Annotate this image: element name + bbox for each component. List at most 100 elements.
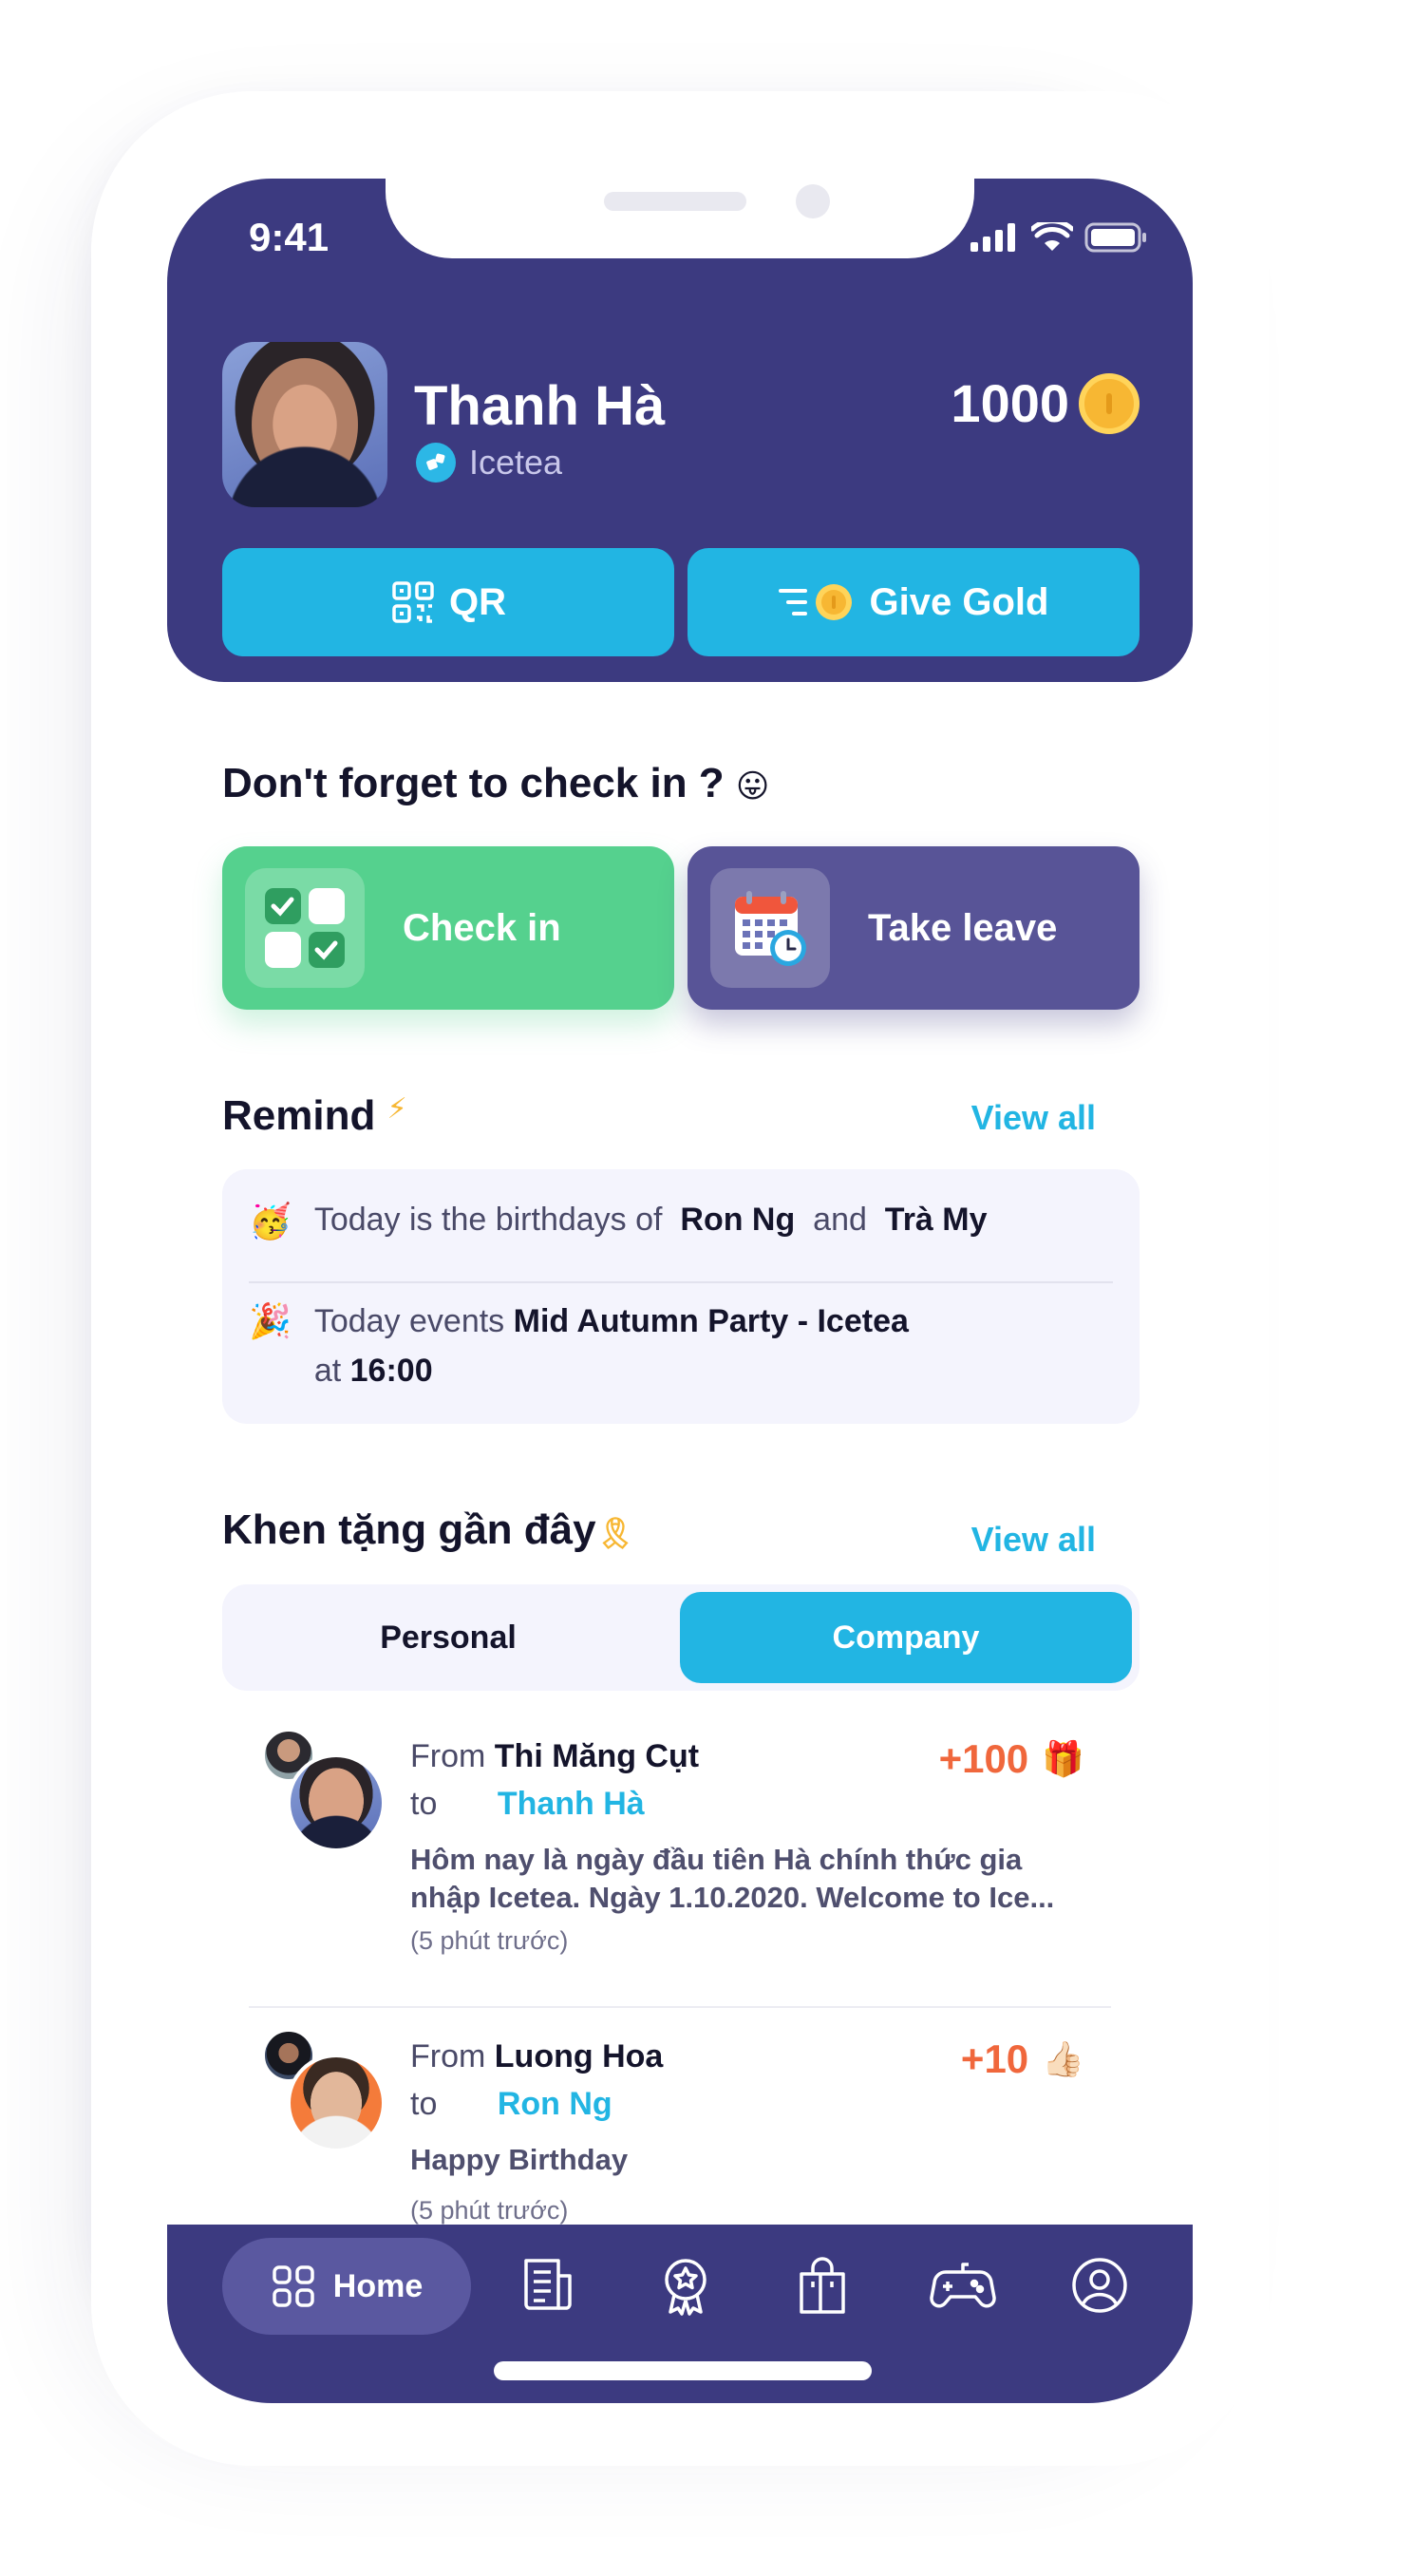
praise-to: to Ron Ng — [410, 2086, 612, 2123]
birthday-reminder[interactable]: 🥳 Today is the birthdays of Ron Ng and T… — [249, 1202, 1113, 1241]
qr-button-label: QR — [449, 580, 506, 623]
coin-balance: 1000 — [951, 372, 1140, 434]
birthday-name-2: Trà My — [884, 1202, 988, 1238]
check-in-card[interactable]: Check in — [222, 846, 674, 1010]
points-value: +100 — [938, 1736, 1029, 1781]
phone-shadow: 9:41 Thanh Hà Icetea 1000 QR Give Gold D… — [91, 91, 1269, 2466]
tab-home-label: Home — [332, 2267, 424, 2304]
praise-points: +100 🎁 — [939, 1736, 1084, 1782]
praise-to: to Thanh Hà — [410, 1786, 645, 1823]
checkin-section-title: Don't forget to check in ? 😛 — [222, 760, 769, 807]
give-gold-button[interactable]: Give Gold — [688, 548, 1140, 656]
party-face-icon: 🥳 — [249, 1202, 292, 1241]
profile-icon — [1072, 2258, 1127, 2313]
award-icon — [665, 2259, 706, 2316]
event-reminder[interactable]: 🎉 Today events Mid Autumn Party - Icetea… — [249, 1297, 1113, 1395]
praise-points: +10 👍🏻 — [961, 2036, 1084, 2082]
news-icon — [524, 2259, 572, 2310]
party-popper-icon: 🎉 — [249, 1301, 292, 1340]
to-label: to — [410, 1786, 438, 1822]
to-label: to — [410, 2086, 438, 2122]
receiver-avatar — [287, 1753, 386, 1852]
thumbs-up-icon: 👍🏻 — [1042, 2039, 1084, 2078]
company-row: Icetea — [416, 443, 562, 483]
user-avatar[interactable] — [222, 342, 387, 507]
coin-balance-value: 1000 — [951, 373, 1069, 433]
device-notch — [386, 179, 974, 258]
birthday-prefix: Today is the birthdays of — [313, 1202, 663, 1238]
birthday-text: Today is the birthdays of Ron Ng and Trà… — [314, 1202, 988, 1239]
points-value: +10 — [960, 2036, 1029, 2081]
tab-games[interactable] — [927, 2249, 999, 2321]
event-prefix: Today events — [313, 1303, 505, 1339]
remind-card: 🥳 Today is the birthdays of Ron Ng and T… — [222, 1169, 1140, 1424]
give-gold-button-label: Give Gold — [869, 580, 1049, 623]
remind-title-text: Remind — [222, 1092, 376, 1139]
company-logo-icon — [416, 443, 456, 483]
game-controller-icon — [930, 2263, 996, 2308]
home-icon — [273, 2265, 314, 2307]
event-at-label: at — [313, 1353, 342, 1389]
praise-message: Happy Birthday — [410, 2143, 629, 2176]
app-screen: 9:41 Thanh Hà Icetea 1000 QR Give Gold D… — [167, 179, 1193, 2403]
calendar-icon — [710, 868, 830, 988]
front-camera — [796, 184, 830, 218]
tab-profile[interactable] — [1064, 2249, 1136, 2321]
praise-tabs: Personal Company — [222, 1584, 1140, 1691]
bottom-tab-bar: Home — [167, 2225, 1193, 2403]
signal-icon — [970, 223, 1015, 252]
event-time: 16:00 — [349, 1353, 433, 1389]
praise-title-text: Khen tặng gần đây — [222, 1506, 596, 1553]
remind-divider — [249, 1281, 1113, 1283]
company-name: Icetea — [469, 443, 563, 482]
from-label: From — [410, 2038, 486, 2074]
feed-divider — [249, 2006, 1111, 2008]
tab-news[interactable] — [513, 2249, 585, 2321]
home-indicator[interactable] — [494, 2361, 872, 2380]
from-name: Luong Hoa — [494, 2038, 664, 2074]
profile-header: 9:41 Thanh Hà Icetea 1000 QR Give Gold — [167, 179, 1193, 682]
checkin-title-text: Don't forget to check in ? — [222, 760, 725, 806]
tab-shop[interactable] — [786, 2249, 858, 2321]
from-name: Thi Măng Cụt — [494, 1738, 700, 1774]
remind-view-all-link[interactable]: View all — [971, 1098, 1096, 1138]
praise-time: (5 phút trước) — [410, 1926, 569, 1955]
take-leave-card[interactable]: Take leave — [688, 846, 1140, 1010]
checklist-icon — [245, 868, 365, 988]
shopping-bag-icon — [800, 2257, 845, 2314]
tab-awards[interactable] — [650, 2249, 722, 2321]
praise-from: From Thi Măng Cụt — [410, 1738, 699, 1775]
qr-button[interactable]: QR — [222, 548, 674, 656]
praise-from: From Luong Hoa — [410, 2038, 663, 2075]
gold-coin-icon — [1079, 372, 1140, 434]
qr-icon — [392, 581, 434, 623]
speaker-grill — [604, 192, 746, 211]
tongue-emoji: 😛 — [735, 768, 770, 805]
tab-home[interactable]: Home — [222, 2238, 471, 2335]
phone-frame: 9:41 Thanh Hà Icetea 1000 QR Give Gold D… — [91, 91, 1269, 2466]
flying-coin-icon — [778, 584, 852, 620]
tab-personal[interactable]: Personal — [222, 1592, 674, 1683]
status-time: 9:41 — [249, 215, 330, 259]
birthday-joiner: and — [813, 1202, 867, 1238]
from-label: From — [410, 1738, 486, 1774]
take-leave-label: Take leave — [868, 906, 1058, 949]
event-text: Today events Mid Autumn Party - Icetea a… — [314, 1297, 998, 1395]
to-name[interactable]: Thanh Hà — [498, 1786, 645, 1822]
praise-view-all-link[interactable]: View all — [971, 1520, 1096, 1560]
praise-time: (5 phút trước) — [410, 2196, 569, 2225]
birthday-name-1: Ron Ng — [680, 1202, 796, 1238]
tab-company[interactable]: Company — [680, 1592, 1132, 1683]
praise-section-title: Khen tặng gần đây🎗 — [222, 1506, 634, 1554]
wifi-icon — [1031, 222, 1073, 251]
lightning-icon: ⚡ — [386, 1093, 407, 1125]
receiver-avatar — [287, 2054, 386, 2152]
gift-icon: 🎁 — [1042, 1739, 1084, 1778]
remind-section-title: Remind ⚡ — [222, 1092, 407, 1140]
ribbon-icon: 🎗 — [595, 1516, 635, 1550]
check-in-label: Check in — [403, 906, 561, 949]
status-icons — [970, 222, 1147, 253]
to-name[interactable]: Ron Ng — [498, 2086, 612, 2122]
user-name: Thanh Hà — [414, 375, 666, 437]
battery-icon — [1084, 222, 1146, 253]
